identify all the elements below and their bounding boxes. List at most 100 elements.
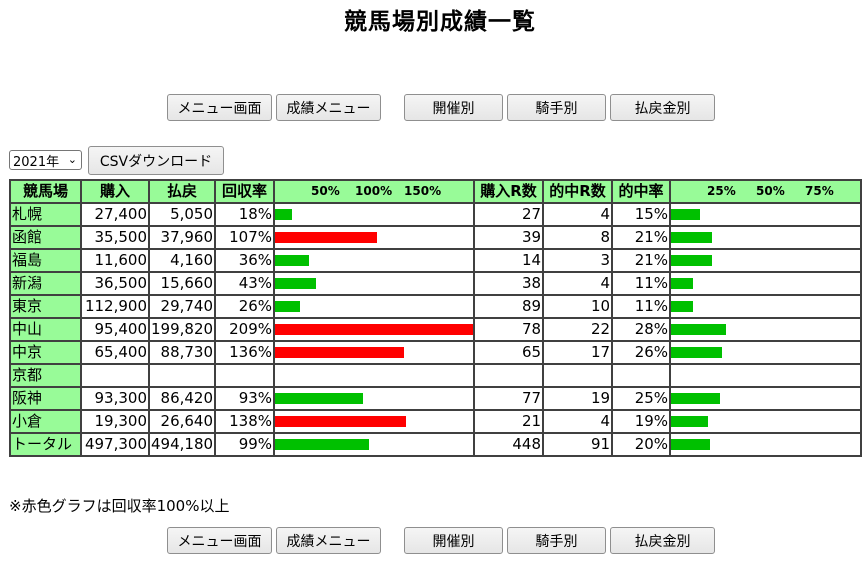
by-payout-button[interactable]: 払戻金別 xyxy=(610,527,715,554)
col-recovery-graph: 50% 100% 150% xyxy=(273,179,476,204)
races-hit-cell: 91 xyxy=(542,432,614,457)
races-hit-cell xyxy=(542,363,614,388)
recovery-scale-150: 150% xyxy=(404,184,442,198)
payout-cell: 26,640 xyxy=(147,409,217,434)
hit-rate-cell: 20% xyxy=(611,432,672,457)
hit-rate-cell: 28% xyxy=(611,317,672,342)
races-hit-cell: 17 xyxy=(542,340,614,365)
by-jockey-button[interactable]: 騎手別 xyxy=(507,94,606,121)
races-hit-cell: 19 xyxy=(542,386,614,411)
venue-cell: トータル xyxy=(9,432,82,457)
recovery-bar xyxy=(276,278,316,289)
year-select-value: 2021年 xyxy=(13,154,60,170)
races-hit-cell: 10 xyxy=(542,294,614,319)
recovery-bar xyxy=(276,301,300,312)
races-bought-cell: 65 xyxy=(473,340,545,365)
hit-rate-bar xyxy=(672,393,721,404)
purchase-cell: 65,400 xyxy=(80,340,150,365)
col-races-hit: 的中R数 xyxy=(542,179,614,204)
table-row: 新潟 36,500 15,660 43% 38 4 11% xyxy=(9,271,863,296)
by-meeting-button[interactable]: 開催別 xyxy=(404,94,503,121)
recovery-rate-cell: 138% xyxy=(214,409,276,434)
races-bought-cell: 14 xyxy=(473,248,545,273)
col-hit-rate: 的中率 xyxy=(611,179,672,204)
hit-rate-cell: 25% xyxy=(611,386,672,411)
results-table: 競馬場 購入 払戻 回収率 50% 100% 150% 購入R数 的中R数 的中… xyxy=(9,179,863,457)
recovery-bar xyxy=(276,324,473,335)
hit-scale-75: 75% xyxy=(805,184,834,198)
purchase-cell: 497,300 xyxy=(80,432,150,457)
purchase-cell xyxy=(80,363,150,388)
payout-cell: 4,160 xyxy=(147,248,217,273)
races-hit-cell: 4 xyxy=(542,202,614,227)
hit-rate-bar xyxy=(672,416,709,427)
venue-cell: 函館 xyxy=(9,225,82,250)
hit-scale-50: 50% xyxy=(756,184,785,198)
payout-cell: 86,420 xyxy=(147,386,217,411)
payout-cell: 15,660 xyxy=(147,271,217,296)
recovery-bar-cell xyxy=(273,340,476,365)
table-row: 函館 35,500 37,960 107% 39 8 21% xyxy=(9,225,863,250)
table-row: 阪神 93,300 86,420 93% 77 19 25% xyxy=(9,386,863,411)
recovery-bar xyxy=(276,232,377,243)
recovery-bar xyxy=(276,393,364,404)
table-row: 福島 11,600 4,160 36% 14 3 21% xyxy=(9,248,863,273)
by-payout-button[interactable]: 払戻金別 xyxy=(610,94,715,121)
recovery-rate-cell: 26% xyxy=(214,294,276,319)
col-races-bought: 購入R数 xyxy=(473,179,545,204)
hit-rate-bar xyxy=(672,278,693,289)
menu-button[interactable]: メニュー画面 xyxy=(167,94,272,121)
by-meeting-button[interactable]: 開催別 xyxy=(404,527,503,554)
recovery-bar-cell xyxy=(273,386,476,411)
hit-bar-cell xyxy=(669,409,863,434)
purchase-cell: 93,300 xyxy=(80,386,150,411)
csv-download-button[interactable]: CSVダウンロード xyxy=(88,146,224,175)
by-jockey-button[interactable]: 騎手別 xyxy=(507,527,606,554)
venue-cell: 小倉 xyxy=(9,409,82,434)
col-venue: 競馬場 xyxy=(9,179,82,204)
recovery-bar xyxy=(276,347,405,358)
year-select[interactable]: 2021年 ⌄ xyxy=(9,150,82,170)
col-hit-graph: 25% 50% 75% xyxy=(669,179,863,204)
venue-cell: 札幌 xyxy=(9,202,82,227)
venue-cell: 阪神 xyxy=(9,386,82,411)
results-menu-button[interactable]: 成績メニュー xyxy=(276,94,381,121)
hit-bar-cell xyxy=(669,340,863,365)
results-menu-button[interactable]: 成績メニュー xyxy=(276,527,381,554)
races-bought-cell: 448 xyxy=(473,432,545,457)
races-bought-cell xyxy=(473,363,545,388)
recovery-bar xyxy=(276,416,407,427)
recovery-bar-cell xyxy=(273,271,476,296)
races-bought-cell: 27 xyxy=(473,202,545,227)
hit-rate-cell xyxy=(611,363,672,388)
races-bought-cell: 38 xyxy=(473,271,545,296)
payout-cell: 88,730 xyxy=(147,340,217,365)
hit-rate-bar xyxy=(672,301,693,312)
recovery-rate-cell: 36% xyxy=(214,248,276,273)
races-hit-cell: 4 xyxy=(542,409,614,434)
hit-rate-bar xyxy=(672,232,713,243)
hit-rate-bar xyxy=(672,324,726,335)
payout-cell: 5,050 xyxy=(147,202,217,227)
hit-rate-cell: 15% xyxy=(611,202,672,227)
hit-bar-cell xyxy=(669,271,863,296)
table-row: トータル 497,300 494,180 99% 448 91 20% xyxy=(9,432,863,457)
recovery-rate-cell: 43% xyxy=(214,271,276,296)
hit-rate-cell: 19% xyxy=(611,409,672,434)
recovery-bar-cell xyxy=(273,225,476,250)
races-hit-cell: 3 xyxy=(542,248,614,273)
table-row: 中京 65,400 88,730 136% 65 17 26% xyxy=(9,340,863,365)
recovery-bar-cell xyxy=(273,409,476,434)
races-bought-cell: 89 xyxy=(473,294,545,319)
purchase-cell: 112,900 xyxy=(80,294,150,319)
races-bought-cell: 77 xyxy=(473,386,545,411)
recovery-rate-cell: 18% xyxy=(214,202,276,227)
races-hit-cell: 22 xyxy=(542,317,614,342)
page-title: 競馬場別成績一覧 xyxy=(344,9,536,35)
hit-bar-cell xyxy=(669,363,863,388)
table-row: 東京 112,900 29,740 26% 89 10 11% xyxy=(9,294,863,319)
races-hit-cell: 4 xyxy=(542,271,614,296)
recovery-bar-cell xyxy=(273,317,476,342)
races-bought-cell: 21 xyxy=(473,409,545,434)
menu-button[interactable]: メニュー画面 xyxy=(167,527,272,554)
